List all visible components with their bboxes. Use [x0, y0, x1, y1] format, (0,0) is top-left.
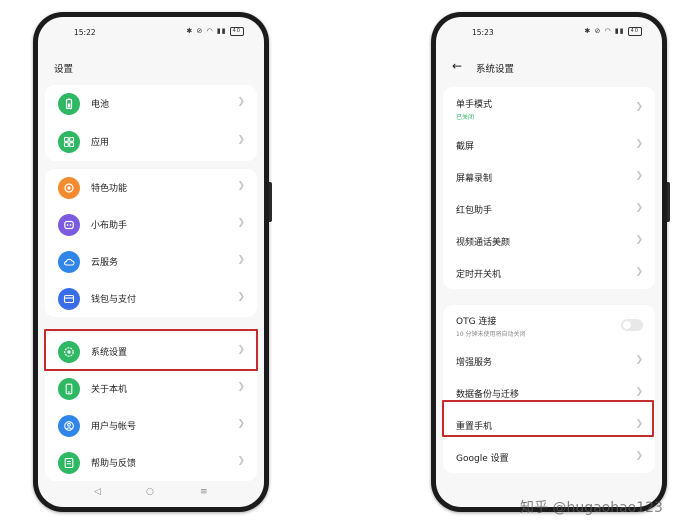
settings-item-assistant[interactable]: 小布助手 ❯: [45, 206, 257, 243]
help-icon: [58, 452, 80, 474]
nav-home-button[interactable]: ○: [146, 487, 154, 497]
battery-indicator-icon: 40: [229, 27, 244, 36]
settings-item-label: 用户与帐号: [91, 422, 137, 432]
settings-item-label: 定时开关机: [456, 270, 502, 280]
status-time: 15:22: [74, 28, 96, 37]
settings-item-video-beauty[interactable]: 视频通话美颜 ❯: [443, 225, 655, 257]
settings-item-label: 帮助与反馈: [91, 459, 137, 469]
chevron-right-icon: ❯: [635, 203, 643, 213]
settings-item-accounts[interactable]: 用户与帐号 ❯: [45, 407, 257, 444]
settings-item-label: 关于本机: [91, 385, 128, 395]
settings-item-label: 截屏: [456, 142, 475, 152]
settings-item-otg[interactable]: OTG 连接 10 分钟未使用将自动关闭: [443, 305, 655, 345]
highlight-box-system-settings: [44, 329, 258, 371]
status-bar: 15:22 ✱ ⊘ ◠ ▮▮ 40: [38, 17, 264, 47]
left-phone: 15:22 ✱ ⊘ ◠ ▮▮ 40 设置 电池 ❯ 应用 ❯ 特色功能 ❯ 小布…: [33, 12, 272, 512]
phone-icon: [58, 378, 80, 400]
settings-item-label: 单手模式: [456, 100, 493, 110]
settings-item-label: Google 设置: [456, 454, 509, 464]
chevron-right-icon: ❯: [635, 387, 643, 397]
status-time: 15:23: [472, 28, 494, 37]
settings-item-label: 屏幕录制: [456, 174, 493, 184]
navigation-bar: ◁ ○ ≡: [38, 487, 264, 501]
page-title: 设置: [54, 64, 74, 75]
settings-item-scheduled-power[interactable]: 定时开关机 ❯: [443, 257, 655, 289]
settings-item-screen-record[interactable]: 屏幕录制 ❯: [443, 161, 655, 193]
settings-item-label: 增强服务: [456, 358, 493, 368]
settings-item-red-packet[interactable]: 红包助手 ❯: [443, 193, 655, 225]
chevron-right-icon: ❯: [635, 139, 643, 149]
status-bar: 15:23 ✱ ⊘ ◠ ▮▮ 40: [436, 17, 662, 47]
chevron-right-icon: ❯: [635, 102, 643, 112]
status-icons: ✱ ⊘ ◠ ▮▮ 40: [186, 27, 244, 36]
status-icons: ✱ ⊘ ◠ ▮▮ 40: [584, 27, 642, 36]
settings-item-description: 10 分钟未使用将自动关闭: [456, 331, 526, 338]
nav-back-button[interactable]: ◁: [94, 487, 101, 497]
chevron-right-icon: ❯: [237, 255, 245, 265]
chevron-right-icon: ❯: [237, 456, 245, 466]
system-settings-card-2: OTG 连接 10 分钟未使用将自动关闭 增强服务 ❯ 数据备份与迁移 ❯ 重置…: [443, 305, 655, 473]
settings-item-status: 已关闭: [456, 114, 475, 121]
assistant-icon: [58, 214, 80, 236]
chevron-right-icon: ❯: [237, 97, 245, 107]
chevron-right-icon: ❯: [237, 181, 245, 191]
chevron-right-icon: ❯: [635, 267, 643, 277]
settings-item-cloud[interactable]: 云服务 ❯: [45, 243, 257, 280]
chevron-right-icon: ❯: [635, 171, 643, 181]
user-account-icon: [58, 415, 80, 437]
star-feature-icon: [58, 177, 80, 199]
otg-toggle[interactable]: [621, 319, 643, 331]
settings-item-label: 电池: [91, 100, 110, 110]
settings-item-label: 数据备份与迁移: [456, 390, 520, 400]
chevron-right-icon: ❯: [635, 451, 643, 461]
settings-screen: 15:22 ✱ ⊘ ◠ ▮▮ 40 设置 电池 ❯ 应用 ❯ 特色功能 ❯ 小布…: [38, 17, 264, 507]
settings-item-features[interactable]: 特色功能 ❯: [45, 169, 257, 206]
settings-item-apps[interactable]: 应用 ❯: [45, 123, 257, 161]
settings-item-label: 小布助手: [91, 221, 128, 231]
nav-menu-button[interactable]: ≡: [200, 487, 208, 497]
battery-icon: [58, 93, 80, 115]
highlight-box-reset-phone: [442, 400, 654, 437]
settings-item-label: 特色功能: [91, 184, 128, 194]
settings-item-one-hand[interactable]: 单手模式 已关闭 ❯: [443, 87, 655, 129]
page-title: 系统设置: [476, 64, 515, 75]
right-phone: 15:23 ✱ ⊘ ◠ ▮▮ 40 ← 系统设置 单手模式 已关闭 ❯ 截屏 ❯ …: [431, 12, 670, 512]
chevron-right-icon: ❯: [635, 235, 643, 245]
settings-item-enhanced-service[interactable]: 增强服务 ❯: [443, 345, 655, 377]
watermark: 知乎 @hugaohao123: [520, 500, 663, 516]
chevron-right-icon: ❯: [237, 419, 245, 429]
settings-item-about[interactable]: 关于本机 ❯: [45, 370, 257, 407]
settings-item-battery[interactable]: 电池 ❯: [45, 85, 257, 123]
cloud-icon: [58, 251, 80, 273]
apps-grid-icon: [58, 131, 80, 153]
back-arrow-icon[interactable]: ←: [452, 59, 462, 73]
settings-item-screenshot[interactable]: 截屏 ❯: [443, 129, 655, 161]
settings-item-label: 红包助手: [456, 206, 493, 216]
settings-item-label: 视频通话美颜: [456, 238, 511, 248]
battery-indicator-icon: 40: [627, 27, 642, 36]
settings-item-label: 钱包与支付: [91, 295, 137, 305]
chevron-right-icon: ❯: [237, 218, 245, 228]
settings-item-label: 云服务: [91, 258, 119, 268]
settings-item-help[interactable]: 帮助与反馈 ❯: [45, 444, 257, 481]
settings-item-wallet[interactable]: 钱包与支付 ❯: [45, 280, 257, 317]
settings-item-label: OTG 连接: [456, 317, 497, 327]
settings-item-google[interactable]: Google 设置 ❯: [443, 441, 655, 473]
wallet-icon: [58, 288, 80, 310]
chevron-right-icon: ❯: [237, 135, 245, 145]
settings-item-label: 应用: [91, 138, 110, 148]
chevron-right-icon: ❯: [237, 382, 245, 392]
chevron-right-icon: ❯: [237, 292, 245, 302]
system-settings-card-1: 单手模式 已关闭 ❯ 截屏 ❯ 屏幕录制 ❯ 红包助手 ❯ 视频通话美颜 ❯ 定…: [443, 87, 655, 289]
settings-card-2: 特色功能 ❯ 小布助手 ❯ 云服务 ❯ 钱包与支付 ❯: [45, 169, 257, 317]
settings-card-1: 电池 ❯ 应用 ❯: [45, 85, 257, 161]
chevron-right-icon: ❯: [635, 355, 643, 365]
